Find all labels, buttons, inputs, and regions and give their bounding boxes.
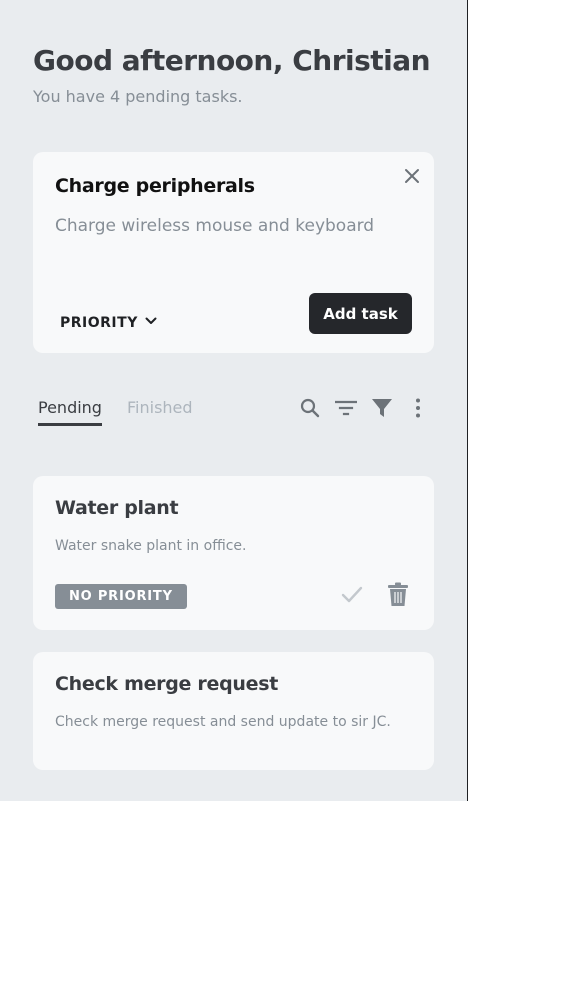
tab-pending[interactable]: Pending [38,398,102,426]
chevron-down-icon [144,314,158,332]
filter-icon[interactable] [371,397,393,419]
add-task-button[interactable]: Add task [309,293,412,334]
new-task-description-input[interactable]: Charge wireless mouse and keyboard [55,216,374,236]
trash-icon[interactable] [385,581,411,607]
task-card[interactable]: Check merge request Check merge request … [33,652,434,770]
priority-dropdown-label: PRIORITY [60,315,138,331]
task-description: Water snake plant in office. [55,538,247,554]
sort-icon[interactable] [334,397,358,419]
new-task-card: Charge peripherals Charge wireless mouse… [33,152,434,353]
task-panel: Good afternoon, Christian You have 4 pen… [0,0,468,801]
priority-dropdown[interactable]: PRIORITY [60,314,158,332]
search-icon[interactable] [299,397,321,419]
task-card[interactable]: Water plant Water snake plant in office.… [33,476,434,630]
task-title: Water plant [55,497,179,519]
new-task-title-input[interactable]: Charge peripherals [55,175,255,197]
check-icon[interactable] [339,581,365,607]
greeting-title: Good afternoon, Christian [33,44,431,77]
pending-count-subtitle: You have 4 pending tasks. [33,87,243,106]
task-description: Check merge request and send update to s… [55,714,391,730]
priority-badge: NO PRIORITY [55,584,187,609]
more-vertical-icon[interactable] [407,397,429,419]
tab-finished[interactable]: Finished [127,398,193,417]
close-icon[interactable] [402,166,422,186]
task-title: Check merge request [55,673,278,695]
